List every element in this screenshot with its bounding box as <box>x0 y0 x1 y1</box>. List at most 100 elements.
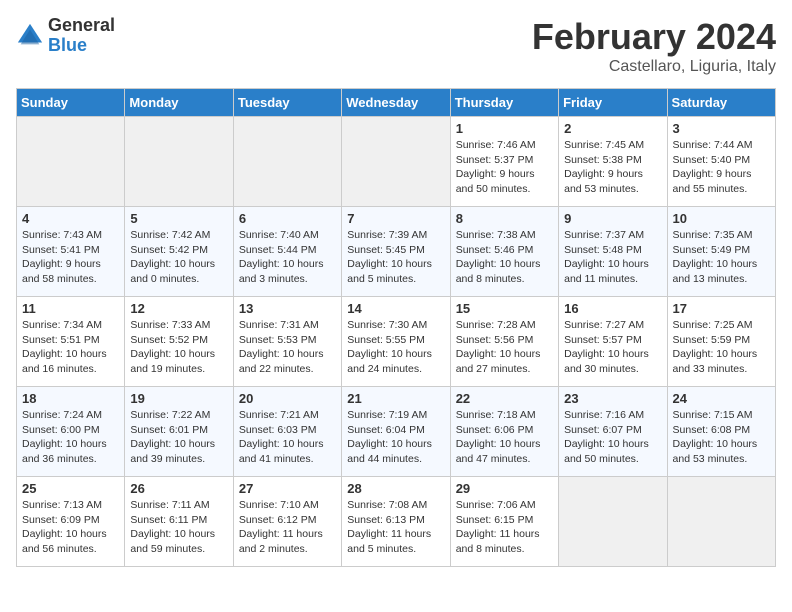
day-info: Sunrise: 7:39 AMSunset: 5:45 PMDaylight:… <box>347 228 444 287</box>
calendar-cell: 19 Sunrise: 7:22 AMSunset: 6:01 PMDayligh… <box>125 387 233 477</box>
day-info: Sunrise: 7:37 AMSunset: 5:48 PMDaylight:… <box>564 228 661 287</box>
calendar-cell: 5 Sunrise: 7:42 AMSunset: 5:42 PMDaylight… <box>125 207 233 297</box>
day-info: Sunrise: 7:35 AMSunset: 5:49 PMDaylight:… <box>673 228 770 287</box>
day-info: Sunrise: 7:11 AMSunset: 6:11 PMDaylight:… <box>130 498 227 557</box>
calendar-cell <box>559 477 667 567</box>
calendar-cell: 18 Sunrise: 7:24 AMSunset: 6:00 PMDayligh… <box>17 387 125 477</box>
day-number: 11 <box>22 301 119 316</box>
day-info: Sunrise: 7:28 AMSunset: 5:56 PMDaylight:… <box>456 318 553 377</box>
day-info: Sunrise: 7:06 AMSunset: 6:15 PMDaylight:… <box>456 498 553 557</box>
day-info: Sunrise: 7:30 AMSunset: 5:55 PMDaylight:… <box>347 318 444 377</box>
calendar-cell: 15 Sunrise: 7:28 AMSunset: 5:56 PMDayligh… <box>450 297 558 387</box>
calendar-cell <box>342 117 450 207</box>
day-info: Sunrise: 7:16 AMSunset: 6:07 PMDaylight:… <box>564 408 661 467</box>
calendar-cell: 11 Sunrise: 7:34 AMSunset: 5:51 PMDayligh… <box>17 297 125 387</box>
day-number: 1 <box>456 121 553 136</box>
calendar-cell: 9 Sunrise: 7:37 AMSunset: 5:48 PMDaylight… <box>559 207 667 297</box>
calendar-cell: 24Sunrise: 7:15 AMSunset: 6:08 PMDayligh… <box>667 387 775 477</box>
calendar-cell: 2Sunrise: 7:45 AMSunset: 5:38 PMDaylight… <box>559 117 667 207</box>
day-number: 28 <box>347 481 444 496</box>
calendar-body: 1 Sunrise: 7:46 AMSunset: 5:37 PMDaylight… <box>17 117 776 567</box>
day-number: 15 <box>456 301 553 316</box>
day-number: 7 <box>347 211 444 226</box>
day-number: 16 <box>564 301 661 316</box>
calendar-cell: 12 Sunrise: 7:33 AMSunset: 5:52 PMDayligh… <box>125 297 233 387</box>
day-number: 14 <box>347 301 444 316</box>
location-title: Castellaro, Liguria, Italy <box>532 58 776 76</box>
calendar-table: SundayMondayTuesdayWednesdayThursdayFrid… <box>16 88 776 567</box>
calendar-cell <box>125 117 233 207</box>
day-number: 22 <box>456 391 553 406</box>
day-info: Sunrise: 7:42 AMSunset: 5:42 PMDaylight:… <box>130 228 227 287</box>
day-header-friday: Friday <box>559 89 667 117</box>
calendar-cell: 23 Sunrise: 7:16 AMSunset: 6:07 PMDayligh… <box>559 387 667 477</box>
month-title: February 2024 <box>532 16 776 58</box>
calendar-cell: 20Sunrise: 7:21 AMSunset: 6:03 PMDayligh… <box>233 387 341 477</box>
day-number: 12 <box>130 301 227 316</box>
day-number: 9 <box>564 211 661 226</box>
calendar-cell: 17 Sunrise: 7:25 AMSunset: 5:59 PMDayligh… <box>667 297 775 387</box>
calendar-week-4: 18 Sunrise: 7:24 AMSunset: 6:00 PMDayligh… <box>17 387 776 477</box>
calendar-cell: 8Sunrise: 7:38 AMSunset: 5:46 PMDaylight… <box>450 207 558 297</box>
calendar-cell: 1 Sunrise: 7:46 AMSunset: 5:37 PMDaylight… <box>450 117 558 207</box>
title-block: February 2024 Castellaro, Liguria, Italy <box>532 16 776 76</box>
day-info: Sunrise: 7:27 AMSunset: 5:57 PMDaylight:… <box>564 318 661 377</box>
calendar-week-5: 25 Sunrise: 7:13 AMSunset: 6:09 PMDayligh… <box>17 477 776 567</box>
day-info: Sunrise: 7:19 AMSunset: 6:04 PMDaylight:… <box>347 408 444 467</box>
day-header-tuesday: Tuesday <box>233 89 341 117</box>
calendar-cell: 3 Sunrise: 7:44 AMSunset: 5:40 PMDaylight… <box>667 117 775 207</box>
day-info: Sunrise: 7:13 AMSunset: 6:09 PMDaylight:… <box>22 498 119 557</box>
calendar-week-2: 4 Sunrise: 7:43 AMSunset: 5:41 PMDaylight… <box>17 207 776 297</box>
calendar-cell: 14 Sunrise: 7:30 AMSunset: 5:55 PMDayligh… <box>342 297 450 387</box>
day-number: 18 <box>22 391 119 406</box>
calendar-header-row: SundayMondayTuesdayWednesdayThursdayFrid… <box>17 89 776 117</box>
day-info: Sunrise: 7:15 AMSunset: 6:08 PMDaylight:… <box>673 408 770 467</box>
day-info: Sunrise: 7:46 AMSunset: 5:37 PMDaylight:… <box>456 138 553 197</box>
day-number: 21 <box>347 391 444 406</box>
logo-general: General <box>48 16 115 36</box>
calendar-cell: 16 Sunrise: 7:27 AMSunset: 5:57 PMDayligh… <box>559 297 667 387</box>
calendar-cell: 6Sunrise: 7:40 AMSunset: 5:44 PMDaylight… <box>233 207 341 297</box>
day-info: Sunrise: 7:08 AMSunset: 6:13 PMDaylight:… <box>347 498 444 557</box>
day-info: Sunrise: 7:22 AMSunset: 6:01 PMDaylight:… <box>130 408 227 467</box>
day-number: 3 <box>673 121 770 136</box>
calendar-cell: 13Sunrise: 7:31 AMSunset: 5:53 PMDayligh… <box>233 297 341 387</box>
day-number: 2 <box>564 121 661 136</box>
calendar-cell: 7 Sunrise: 7:39 AMSunset: 5:45 PMDaylight… <box>342 207 450 297</box>
day-number: 25 <box>22 481 119 496</box>
day-number: 23 <box>564 391 661 406</box>
day-header-wednesday: Wednesday <box>342 89 450 117</box>
day-info: Sunrise: 7:24 AMSunset: 6:00 PMDaylight:… <box>22 408 119 467</box>
day-number: 4 <box>22 211 119 226</box>
page-header: General Blue February 2024 Castellaro, L… <box>16 16 776 76</box>
logo-blue: Blue <box>48 36 115 56</box>
day-info: Sunrise: 7:33 AMSunset: 5:52 PMDaylight:… <box>130 318 227 377</box>
calendar-cell: 28 Sunrise: 7:08 AMSunset: 6:13 PMDayligh… <box>342 477 450 567</box>
day-number: 10 <box>673 211 770 226</box>
calendar-cell: 22Sunrise: 7:18 AMSunset: 6:06 PMDayligh… <box>450 387 558 477</box>
day-info: Sunrise: 7:34 AMSunset: 5:51 PMDaylight:… <box>22 318 119 377</box>
calendar-cell: 4 Sunrise: 7:43 AMSunset: 5:41 PMDaylight… <box>17 207 125 297</box>
day-number: 19 <box>130 391 227 406</box>
day-info: Sunrise: 7:25 AMSunset: 5:59 PMDaylight:… <box>673 318 770 377</box>
day-number: 20 <box>239 391 336 406</box>
calendar-cell: 29 Sunrise: 7:06 AMSunset: 6:15 PMDayligh… <box>450 477 558 567</box>
day-number: 29 <box>456 481 553 496</box>
calendar-cell: 10 Sunrise: 7:35 AMSunset: 5:49 PMDayligh… <box>667 207 775 297</box>
calendar-week-1: 1 Sunrise: 7:46 AMSunset: 5:37 PMDaylight… <box>17 117 776 207</box>
day-number: 17 <box>673 301 770 316</box>
calendar-cell: 25 Sunrise: 7:13 AMSunset: 6:09 PMDayligh… <box>17 477 125 567</box>
day-number: 5 <box>130 211 227 226</box>
day-number: 13 <box>239 301 336 316</box>
calendar-cell: 27Sunrise: 7:10 AMSunset: 6:12 PMDayligh… <box>233 477 341 567</box>
calendar-cell: 21 Sunrise: 7:19 AMSunset: 6:04 PMDayligh… <box>342 387 450 477</box>
logo-icon <box>16 22 44 50</box>
day-header-monday: Monday <box>125 89 233 117</box>
day-info: Sunrise: 7:43 AMSunset: 5:41 PMDaylight:… <box>22 228 119 287</box>
calendar-cell <box>667 477 775 567</box>
calendar-cell <box>233 117 341 207</box>
day-number: 8 <box>456 211 553 226</box>
day-info: Sunrise: 7:44 AMSunset: 5:40 PMDaylight:… <box>673 138 770 197</box>
day-info: Sunrise: 7:10 AMSunset: 6:12 PMDaylight:… <box>239 498 336 557</box>
day-header-saturday: Saturday <box>667 89 775 117</box>
